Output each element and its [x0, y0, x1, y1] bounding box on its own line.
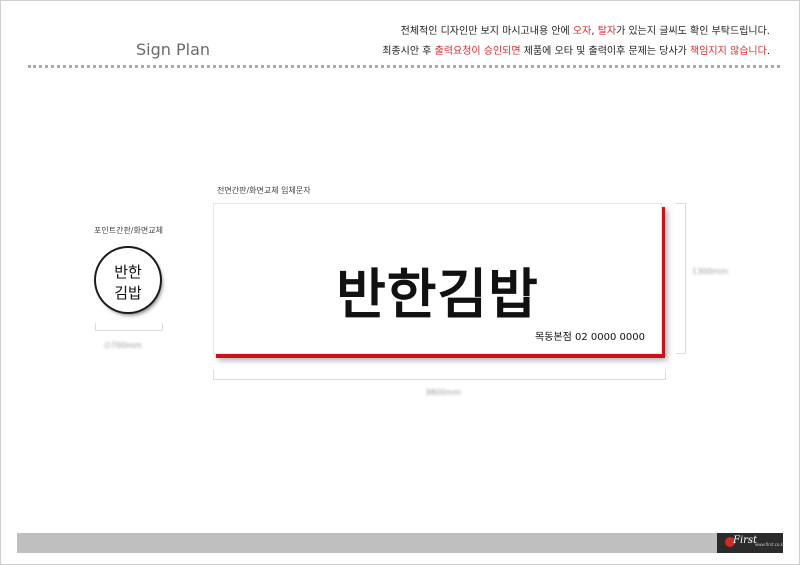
- footer-bar: First www.first.co.kr: [17, 533, 785, 553]
- first-logo: First www.first.co.kr: [717, 533, 785, 553]
- page-title: Sign Plan: [136, 40, 211, 59]
- width-dimension-text: 3800mm: [425, 388, 461, 397]
- point-sign-text-1: 반한: [114, 263, 142, 281]
- logo-subtext: www.first.co.kr: [755, 542, 785, 547]
- height-dimension-text: 1300mm: [692, 267, 728, 276]
- width-dimension-line: [213, 370, 666, 380]
- main-sign-label: 전면간판/화면교체 입체문자: [217, 186, 311, 195]
- sign-subtext: 목동본점 02 0000 0000: [535, 332, 645, 343]
- point-sign-label: 포인트간판/화면교체: [94, 226, 163, 235]
- logo-text: First: [733, 535, 758, 546]
- point-sign-dimension-line: [95, 323, 163, 331]
- point-sign: 반한 김밥: [96, 248, 162, 314]
- sign-store-name: 반한김밥: [336, 263, 539, 326]
- point-sign-text-2: 김밥: [114, 284, 142, 302]
- point-sign-size: ∅700mm: [104, 341, 142, 350]
- notice-line-1: 전체적인 디자인만 보지 마시고내용 안에 오자, 탈자가 있는지 글씨도 확인…: [400, 26, 770, 37]
- main-sign-board: 반한김밥 목동본점 02 0000 0000: [213, 203, 662, 354]
- height-dimension-line: [676, 203, 686, 354]
- notice-line-2: 최종시안 후 출력요청이 승인되면 제품에 오타 및 출력이후 문제는 당사가 …: [382, 46, 770, 57]
- notice-text: 전체적인 디자인만 보지 마시고내용 안에 오자, 탈자가 있는지 글씨도 확인…: [382, 22, 770, 62]
- dotted-divider: [28, 65, 780, 68]
- point-sign-circle: 반한 김밥: [96, 248, 160, 312]
